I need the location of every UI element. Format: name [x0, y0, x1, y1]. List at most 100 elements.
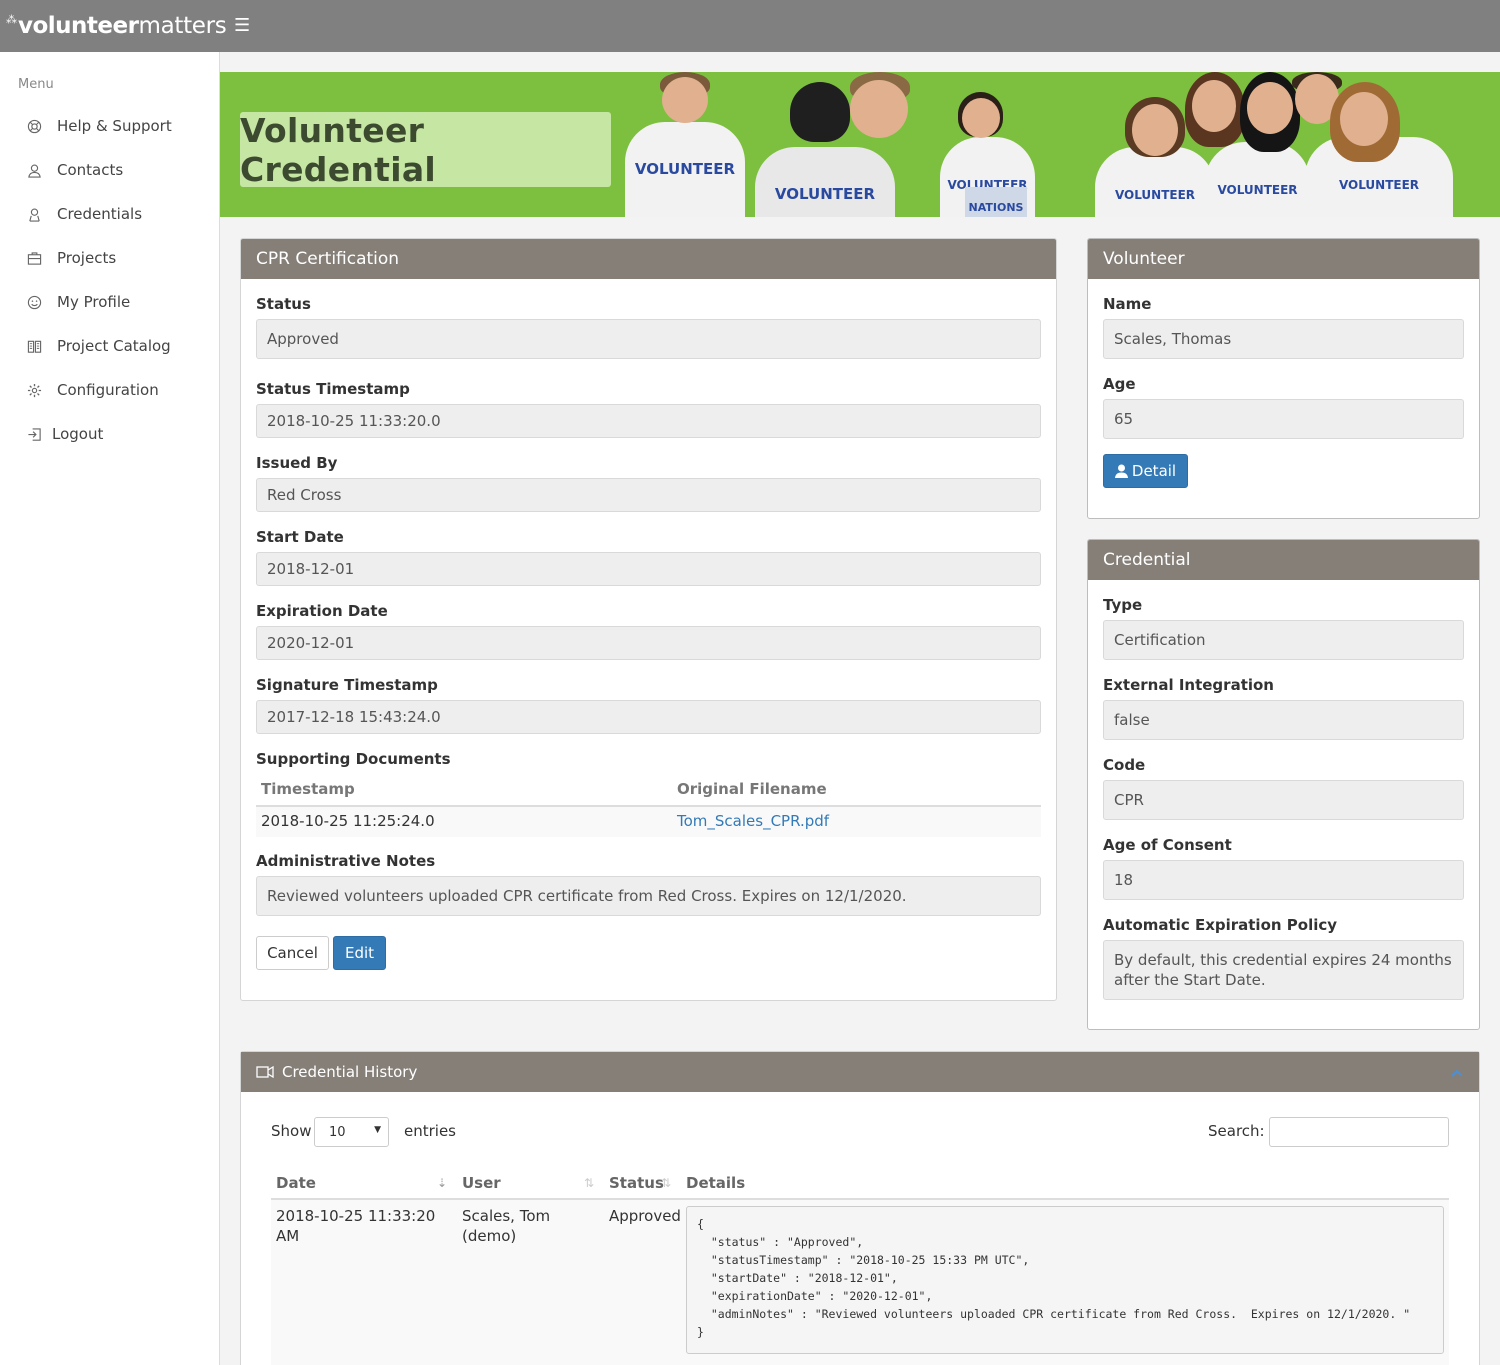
type-label: Type: [1103, 596, 1143, 614]
issued-by-field[interactable]: Red Cross: [256, 478, 1041, 512]
history-table: Date ⇣ User ⇅ Status ⇅ Details 2018-10-2…: [271, 1172, 1449, 1365]
shirt-text: VOLUNTEER: [1114, 188, 1196, 202]
status-timestamp-label: Status Timestamp: [256, 380, 410, 398]
face-shape: [1247, 82, 1293, 134]
video-icon: [256, 1065, 274, 1079]
face-shape: [1192, 80, 1236, 132]
shirt-text: VOLUNTEER: [1217, 183, 1298, 197]
history-details-json: { "status" : "Approved", "statusTimestam…: [686, 1206, 1444, 1354]
brand-logo[interactable]: ⁂ volunteer matters: [6, 12, 227, 40]
administrative-notes-field[interactable]: Reviewed volunteers uploaded CPR certifi…: [256, 876, 1041, 916]
shirt-text: VOLUNTEER: [774, 185, 876, 203]
sort-desc-icon[interactable]: ⇣: [437, 1176, 447, 1190]
search-input[interactable]: [1269, 1117, 1449, 1147]
smiley-icon: [26, 294, 42, 310]
cancel-button[interactable]: Cancel: [256, 936, 329, 970]
projects-icon: [26, 250, 42, 266]
column-header-status[interactable]: Status: [609, 1174, 664, 1192]
logout-icon: [26, 426, 42, 442]
detail-button[interactable]: Detail: [1103, 454, 1188, 488]
history-title: Credential History: [282, 1063, 418, 1081]
column-header-filename[interactable]: Original Filename: [677, 780, 827, 798]
expiration-date-field[interactable]: 2020-12-01: [256, 626, 1041, 660]
start-date-field[interactable]: 2018-12-01: [256, 552, 1041, 586]
sidebar-item-credentials[interactable]: Credentials: [26, 205, 142, 223]
age-label: Age: [1103, 375, 1136, 393]
expiration-policy-field[interactable]: By default, this credential expires 24 m…: [1103, 940, 1464, 1000]
document-filename-link[interactable]: Tom_Scales_CPR.pdf: [677, 812, 829, 830]
column-header-details: Details: [686, 1174, 746, 1192]
column-header-date[interactable]: Date: [276, 1174, 316, 1192]
name-label: Name: [1103, 295, 1152, 313]
brand-name-bold: volunteer: [18, 13, 139, 39]
code-field[interactable]: CPR: [1103, 780, 1464, 820]
sidebar-item-project-catalog[interactable]: Project Catalog: [26, 337, 171, 355]
signature-timestamp-field[interactable]: 2017-12-18 15:43:24.0: [256, 700, 1041, 734]
table-row: 2018-10-25 11:25:24.0 Tom_Scales_CPR.pdf: [256, 807, 1041, 837]
sidebar-item-help-support[interactable]: Help & Support: [26, 117, 172, 135]
sidebar-item-logout[interactable]: Logout: [26, 425, 103, 443]
volunteer-figure: VOLUNTEER: [625, 122, 745, 217]
history-user: Scales, Tom (demo): [462, 1207, 551, 1245]
contacts-icon: [26, 162, 42, 178]
edit-button[interactable]: Edit: [333, 936, 386, 970]
face-shape: [1340, 92, 1388, 146]
credential-info-panel: Credential Type Certification External I…: [1087, 539, 1480, 1030]
banner-title-box: Volunteer Credential: [240, 111, 611, 189]
face-shape: [1132, 104, 1178, 156]
sidebar-item-configuration[interactable]: Configuration: [26, 381, 159, 399]
main-content: Volunteer Credential VOLUNTEER VOLUNTEER…: [220, 52, 1500, 1365]
age-of-consent-field[interactable]: 18: [1103, 860, 1464, 900]
sidebar-item-label: Logout: [52, 425, 104, 443]
supporting-documents-table: Timestamp Original Filename 2018-10-25 1…: [256, 775, 1041, 837]
history-date: 2018-10-25 11:33:20 AM: [276, 1207, 436, 1245]
credentials-icon: [26, 206, 42, 222]
status-field[interactable]: Approved: [256, 319, 1041, 359]
volunteer-figure: VOLUNTEER: [755, 147, 895, 217]
hair-shape: [790, 82, 850, 142]
external-integration-field[interactable]: false: [1103, 700, 1464, 740]
sidebar-item-contacts[interactable]: Contacts: [26, 161, 123, 179]
supporting-documents-label: Supporting Documents: [256, 750, 451, 768]
menu-heading: Menu: [18, 77, 54, 92]
age-of-consent-label: Age of Consent: [1103, 836, 1232, 854]
hamburger-menu-icon[interactable]: ☰: [234, 16, 250, 36]
detail-button-label: Detail: [1131, 462, 1177, 480]
sidebar-item-my-profile[interactable]: My Profile: [26, 293, 130, 311]
sidebar: Menu Help & Support Contacts Credentials…: [0, 52, 220, 1365]
volunteer-figure: VOLUNTEER: [1095, 147, 1215, 217]
column-header-timestamp[interactable]: Timestamp: [261, 780, 355, 798]
top-navbar: ⁂ volunteer matters ☰: [0, 0, 1500, 52]
volunteer-panel: Volunteer Name Scales, Thomas Age 65 Det…: [1087, 238, 1480, 519]
column-header-user[interactable]: User: [462, 1174, 501, 1192]
entries-per-page-value: 10: [329, 1124, 346, 1140]
shirt-text: VOLUNTEER: [634, 160, 736, 178]
administrative-notes-label: Administrative Notes: [256, 852, 436, 870]
history-header[interactable]: Credential History: [241, 1052, 1479, 1092]
signature-timestamp-label: Signature Timestamp: [256, 676, 438, 694]
catalog-icon: [26, 338, 42, 354]
sort-both-icon[interactable]: ⇅: [661, 1176, 671, 1190]
name-field[interactable]: Scales, Thomas: [1103, 319, 1464, 359]
type-field[interactable]: Certification: [1103, 620, 1464, 660]
sidebar-item-label: Project Catalog: [57, 337, 171, 355]
table-row: 2018-10-25 11:33:20 AM Scales, Tom (demo…: [271, 1200, 1449, 1365]
brand-name-light: matters: [138, 13, 227, 39]
panel-title: Volunteer: [1088, 239, 1479, 279]
entries-per-page-select[interactable]: 10 ▼: [314, 1117, 389, 1147]
collapse-chevron-up-icon[interactable]: [1451, 1064, 1463, 1082]
search-label: Search:: [1208, 1122, 1265, 1140]
status-label: Status: [256, 295, 311, 313]
sidebar-item-projects[interactable]: Projects: [26, 249, 116, 267]
show-label: Show: [271, 1122, 312, 1140]
volunteer-figure: VOLUNTEER: [1205, 142, 1310, 217]
sort-both-icon[interactable]: ⇅: [584, 1176, 594, 1190]
issued-by-label: Issued By: [256, 454, 338, 472]
face-shape: [850, 80, 908, 138]
status-timestamp-field[interactable]: 2018-10-25 11:33:20.0: [256, 404, 1041, 438]
support-icon: [26, 118, 42, 134]
age-field[interactable]: 65: [1103, 399, 1464, 439]
credential-history-panel: Credential History Show 10 ▼ entries Sea…: [240, 1051, 1480, 1365]
credential-detail-panel: CPR Certification Status Approved Status…: [240, 238, 1057, 1001]
code-label: Code: [1103, 756, 1146, 774]
